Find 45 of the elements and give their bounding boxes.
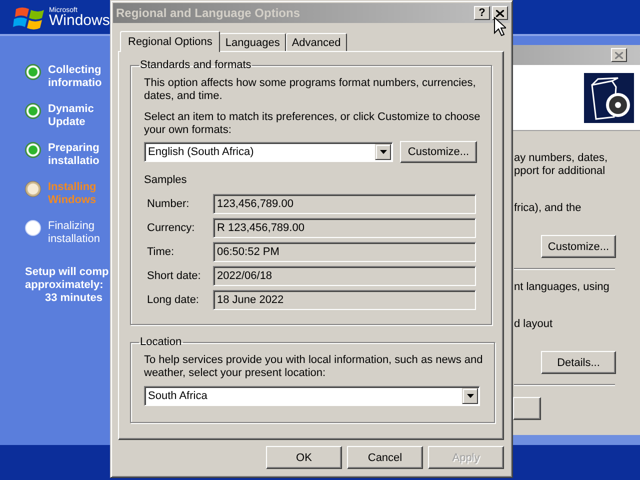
caret-icon <box>380 150 386 154</box>
description-text: d layout <box>514 318 554 331</box>
field-label: Number: <box>146 198 190 210</box>
description-text: ay numbers, dates, pport for additional <box>514 152 609 178</box>
close-button[interactable] <box>611 48 627 62</box>
dialog-button[interactable]: OK <box>266 446 342 469</box>
field-label: Currency: <box>146 222 196 234</box>
step-label: Installing Windows <box>48 181 96 207</box>
readonly-field: 18 June 2022 <box>213 290 476 310</box>
step-label: Collecting informatio <box>48 64 102 90</box>
readonly-field: 06:50:52 PM <box>213 242 476 262</box>
description-text: nt languages, using <box>514 281 610 294</box>
window-title: Regional and Language Options <box>116 6 302 20</box>
time-estimate: Setup will comp approximately: 33 minutes <box>25 266 109 305</box>
dialog-button[interactable]: Cancel <box>347 446 423 469</box>
section-label: Samples <box>144 174 188 186</box>
readonly-field: 123,456,789.00 <box>213 194 476 214</box>
group-label: Standards and formats <box>139 59 252 71</box>
action-button[interactable]: Details... <box>541 351 616 374</box>
close-icon <box>496 10 504 16</box>
customize-button[interactable]: Customize... <box>400 141 477 163</box>
tab[interactable]: Regional Options <box>120 31 220 52</box>
step-label: Finalizing installation <box>48 220 100 246</box>
step-label: Dynamic Update <box>48 103 94 129</box>
logo-text: Windows <box>49 12 110 28</box>
dropdown[interactable]: South Africa <box>144 386 480 406</box>
dropdown[interactable]: English (South Africa) <box>144 142 393 162</box>
cursor-icon <box>494 17 506 36</box>
close-icon <box>615 52 623 58</box>
description-text: This option affects how some programs format numbers, currencies, dates, and time. <box>144 77 477 103</box>
readonly-field: R 123,456,789.00 <box>213 218 476 238</box>
group-label: Location <box>139 336 183 348</box>
field-label: Long date: <box>146 294 200 306</box>
readonly-field: 2022/06/18 <box>213 266 476 286</box>
description-text: To help services provide you with local information, such as news and weather, select your present location: <box>144 354 483 380</box>
caret-icon <box>466 394 474 398</box>
tab[interactable]: Advanced <box>286 33 347 51</box>
tab[interactable]: Languages <box>219 33 286 51</box>
description-text: frica), and the <box>514 202 582 215</box>
instruction-text: Select an item to match its preferences, or click Customize to choose your own formats: <box>144 111 480 137</box>
action-button[interactable]: Customize... <box>541 235 616 258</box>
field-label: Time: <box>146 246 176 258</box>
field-label: Short date: <box>146 270 202 282</box>
step-label: Preparing installatio <box>48 142 100 168</box>
nav-button[interactable] <box>513 397 541 420</box>
